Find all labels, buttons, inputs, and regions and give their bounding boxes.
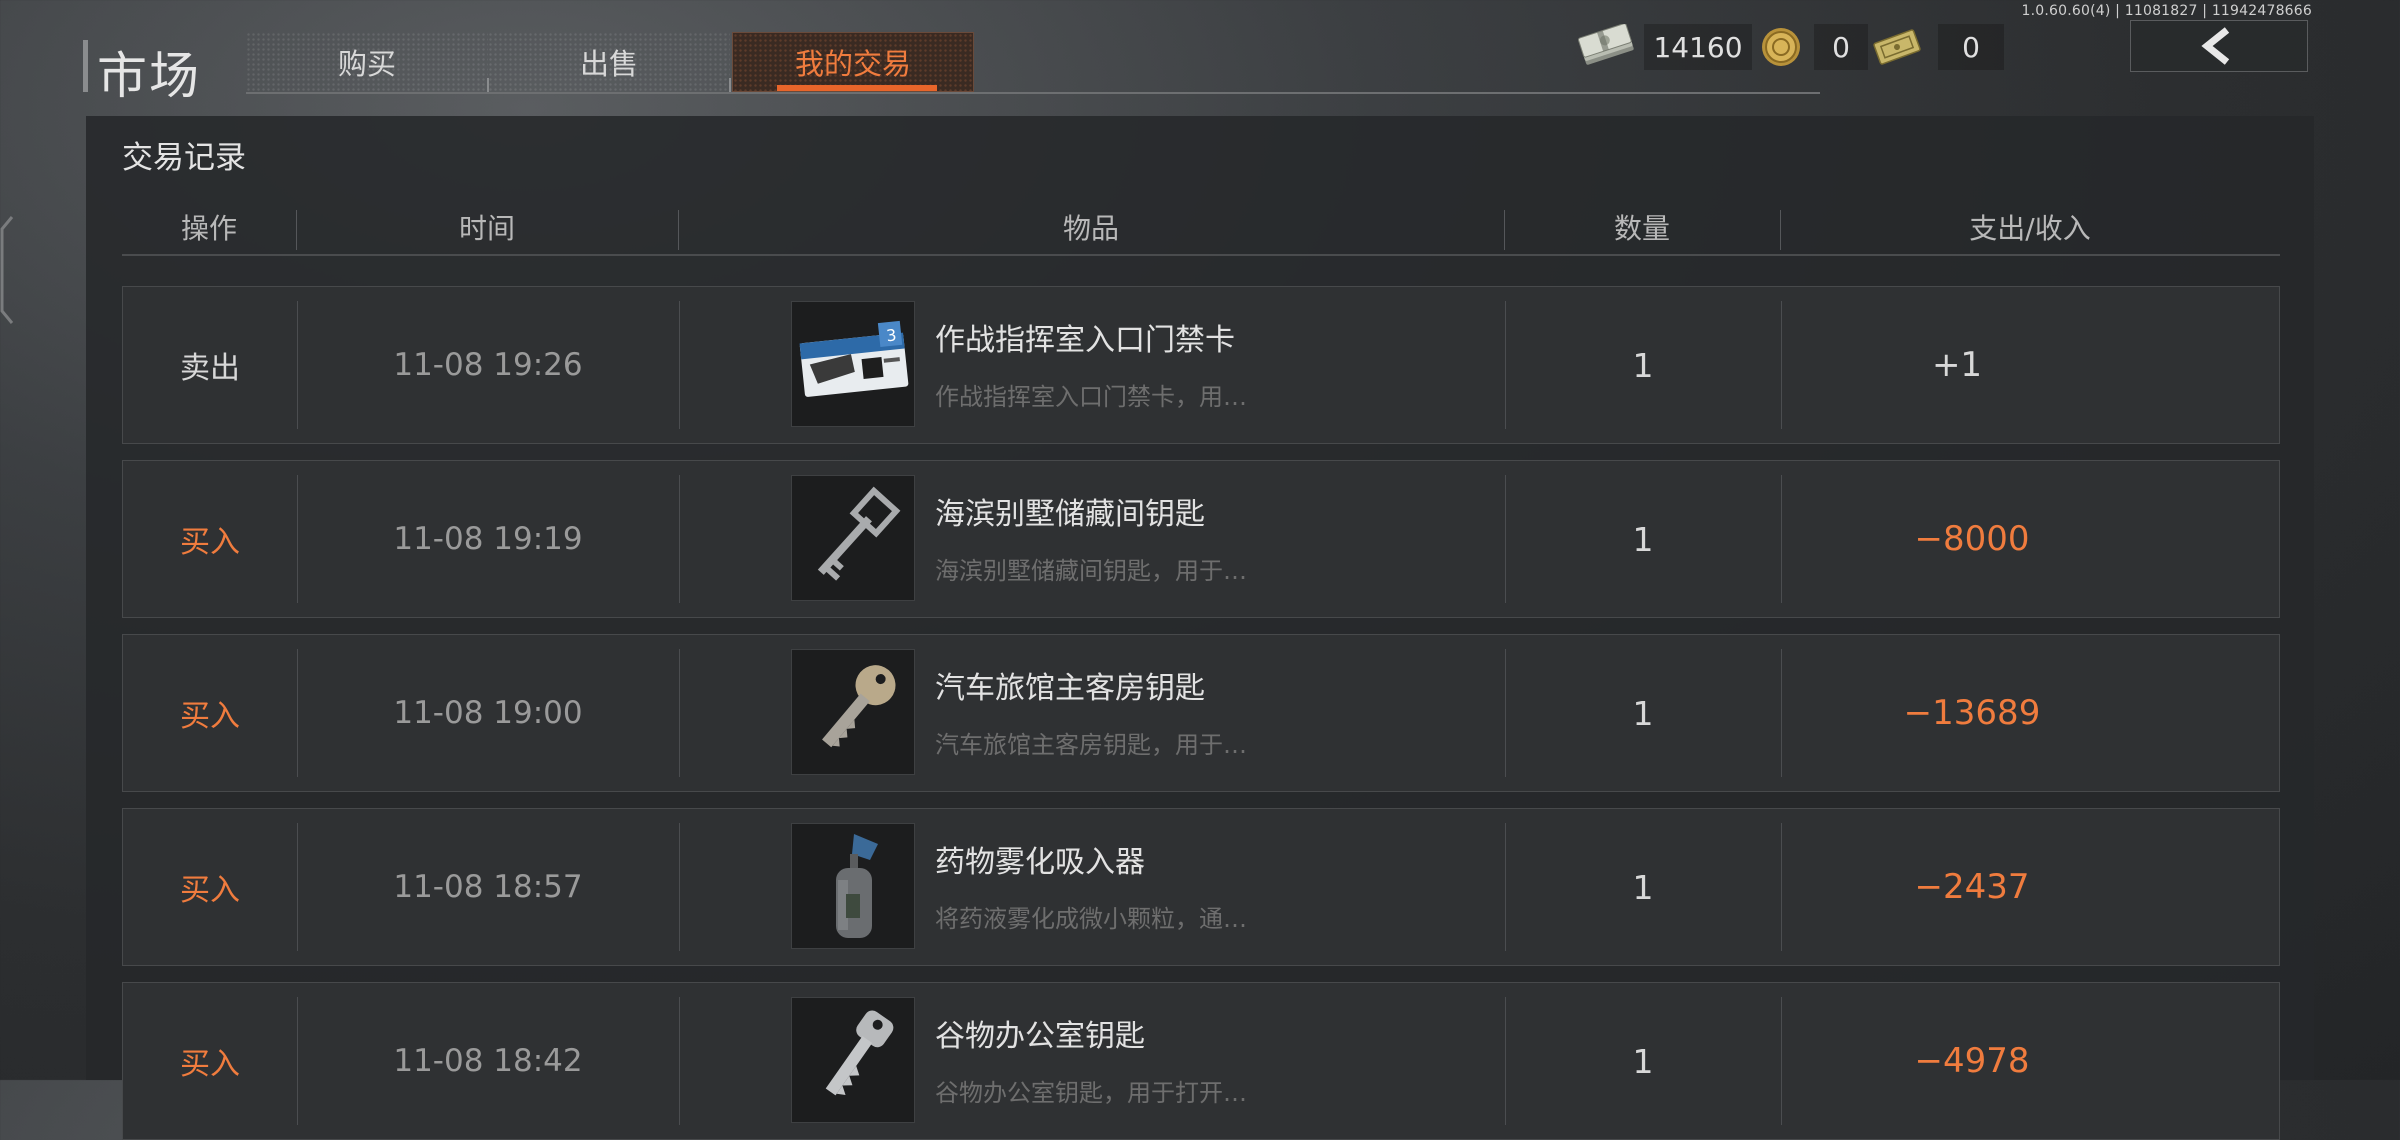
col-header-item: 物品 xyxy=(1062,212,1119,245)
cash-bundle-icon xyxy=(1577,24,1634,65)
currency-coin: 0 xyxy=(1758,24,1868,70)
panel-title: 交易记录 xyxy=(122,140,246,176)
row-item-name: 海滨别墅储藏间钥匙 xyxy=(935,497,1205,532)
row-amount: −2437 xyxy=(1914,867,2030,907)
table-header: 操作 时间 物品 数量 支出/收入 xyxy=(122,200,2280,256)
tab-buy[interactable]: 购买 xyxy=(246,32,489,92)
gold-coin-icon xyxy=(1762,28,1800,66)
back-button[interactable] xyxy=(2130,20,2308,72)
row-amount: −4978 xyxy=(1914,1041,2030,1081)
row-divider xyxy=(679,997,680,1125)
row-divider xyxy=(679,649,680,777)
active-tab-underline xyxy=(777,85,937,91)
left-edge-bracket-icon xyxy=(0,216,14,324)
col-header-operation: 操作 xyxy=(180,212,237,245)
row-amount: −13689 xyxy=(1903,693,2041,733)
row-item-desc: 海滨别墅储藏间钥匙，用于… xyxy=(935,557,1247,585)
page-title: 市场 xyxy=(97,47,201,105)
voucher-ticket-icon xyxy=(1873,29,1921,65)
currency-cash: 14160 xyxy=(1576,24,1752,70)
voucher-amount: 0 xyxy=(1938,24,2004,70)
version-label: 1.0.60.60(4) | 11081827 | 11942478666 xyxy=(2021,3,2312,19)
table-row[interactable]: 卖出 11-08 19:26 3 作战指挥室入口门禁卡 作战指挥室入口门禁卡，用… xyxy=(122,286,2280,444)
row-time: 11-08 19:00 xyxy=(393,695,583,731)
row-operation: 卖出 xyxy=(180,351,240,386)
row-time: 11-08 18:42 xyxy=(393,1043,583,1079)
row-amount: −8000 xyxy=(1914,519,2030,559)
silver-key-icon xyxy=(791,997,915,1123)
table-row[interactable]: 买入 11-08 18:57 药物雾化吸入器 将药液雾化成微小颗粒，通… 1 −… xyxy=(122,808,2280,966)
table-row[interactable]: 买入 11-08 19:00 汽车旅馆主客房钥匙 汽车旅馆主客房钥匙，用于… 1… xyxy=(122,634,2280,792)
row-time: 11-08 19:19 xyxy=(393,521,583,557)
row-operation: 买入 xyxy=(180,873,240,908)
table-row[interactable]: 买入 11-08 18:42 谷物办公室钥匙 谷物办公室钥匙，用于打开… 1 −… xyxy=(122,982,2280,1140)
row-operation: 买入 xyxy=(180,525,240,560)
tab-my-trades[interactable]: 我的交易 xyxy=(732,32,974,92)
row-item-desc: 将药液雾化成微小颗粒，通… xyxy=(935,905,1247,933)
cash-amount: 14160 xyxy=(1644,24,1752,70)
tab-my-trades-label: 我的交易 xyxy=(794,47,911,81)
col-header-quantity: 数量 xyxy=(1613,212,1670,245)
brass-key-icon xyxy=(791,649,915,775)
row-item-name: 药物雾化吸入器 xyxy=(935,845,1145,880)
row-time: 11-08 18:57 xyxy=(393,869,583,905)
row-divider xyxy=(679,823,680,951)
row-amount: +1 xyxy=(1931,345,1983,385)
tab-sell-label: 出售 xyxy=(579,47,638,81)
title-accent-bar xyxy=(83,40,88,92)
nebulizer-icon xyxy=(791,823,915,949)
row-operation: 买入 xyxy=(180,1047,240,1082)
skeleton-key-icon xyxy=(791,475,915,601)
trade-records-panel: 交易记录 操作 时间 物品 数量 支出/收入 卖出 11-08 19:26 3 xyxy=(86,116,2314,1140)
row-quantity: 1 xyxy=(1632,519,1654,559)
row-quantity: 1 xyxy=(1632,345,1654,385)
tab-sell[interactable]: 出售 xyxy=(488,32,731,92)
coin-amount: 0 xyxy=(1814,24,1868,70)
col-header-time: 时间 xyxy=(458,212,515,245)
col-header-amount: 支出/收入 xyxy=(1969,212,2091,245)
row-item-name: 作战指挥室入口门禁卡 xyxy=(935,323,1235,358)
row-quantity: 1 xyxy=(1632,693,1654,733)
currency-voucher: 0 xyxy=(1872,24,2004,70)
row-quantity: 1 xyxy=(1632,1041,1654,1081)
row-time: 11-08 19:26 xyxy=(393,347,583,383)
row-divider xyxy=(679,475,680,603)
access-card-icon: 3 xyxy=(791,301,915,427)
row-item-name: 汽车旅馆主客房钥匙 xyxy=(935,671,1205,706)
table-row[interactable]: 买入 11-08 19:19 海滨别墅储藏间钥匙 海滨别墅储藏间钥匙，用于… 1… xyxy=(122,460,2280,618)
row-operation: 买入 xyxy=(180,699,240,734)
tab-separator xyxy=(729,78,731,92)
svg-text:3: 3 xyxy=(885,325,897,345)
row-item-desc: 作战指挥室入口门禁卡，用… xyxy=(935,383,1247,411)
row-item-desc: 谷物办公室钥匙，用于打开… xyxy=(935,1079,1247,1107)
chevron-left-icon xyxy=(2201,27,2230,65)
row-quantity: 1 xyxy=(1632,867,1654,907)
row-item-name: 谷物办公室钥匙 xyxy=(935,1019,1145,1054)
row-item-desc: 汽车旅馆主客房钥匙，用于… xyxy=(935,731,1247,759)
tabs-baseline xyxy=(246,92,1820,94)
row-divider xyxy=(679,301,680,429)
tab-buy-label: 购买 xyxy=(337,47,396,81)
